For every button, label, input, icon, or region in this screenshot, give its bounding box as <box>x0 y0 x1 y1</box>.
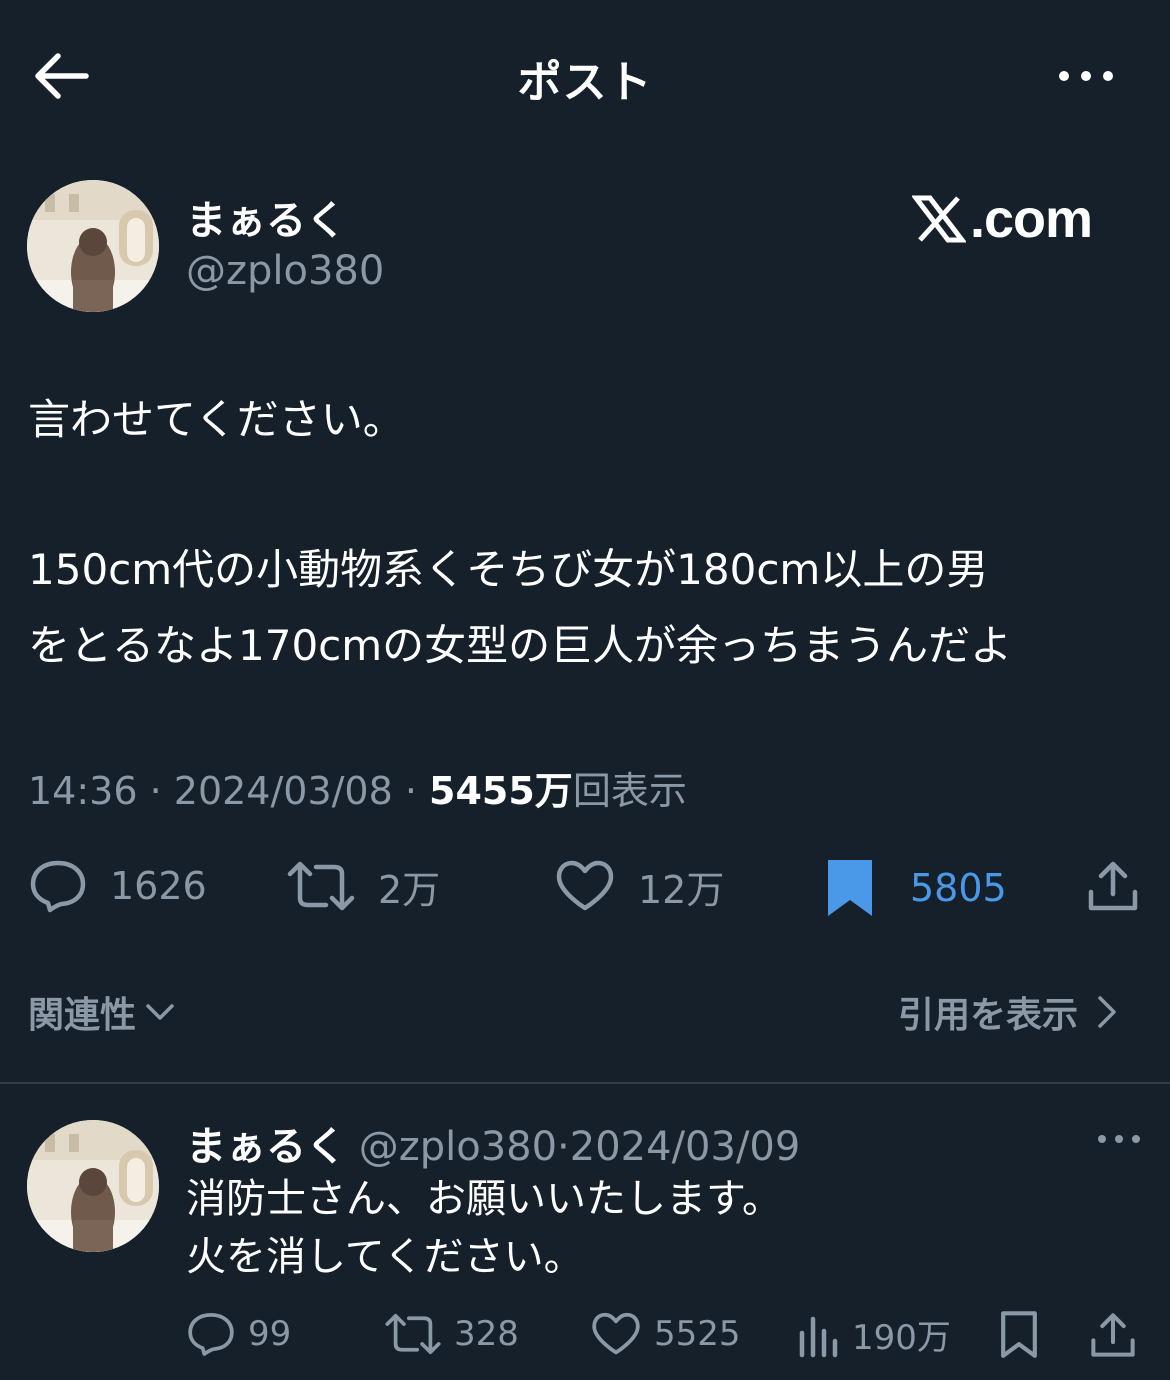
avatar-image <box>27 180 159 312</box>
post-date[interactable]: 2024/03/08 <box>174 769 393 813</box>
avatar-image <box>27 1120 159 1252</box>
share-icon <box>1088 861 1138 911</box>
page-title: ポスト <box>517 57 653 108</box>
reply-author-avatar[interactable] <box>27 1120 159 1252</box>
reply-reply-button[interactable]: 99 <box>186 1310 291 1358</box>
views-label: 回表示 <box>572 769 687 813</box>
reply-text-line: 火を消してください。 <box>186 1234 584 1280</box>
meta-separator: · <box>137 769 174 813</box>
post-text-line: をとるなよ170cmの女型の巨人が余っちまうんだよ <box>28 621 1013 670</box>
relevance-label: 関連性 <box>28 995 137 1036</box>
divider <box>0 1082 1170 1084</box>
analytics-bars-icon <box>799 1316 838 1357</box>
bookmark-count: 5805 <box>910 866 1007 910</box>
retweet-icon <box>287 861 355 911</box>
x-com-watermark: .com <box>912 188 1093 250</box>
author-handle[interactable]: @zplo380 <box>186 248 384 294</box>
more-button[interactable] <box>1050 58 1122 94</box>
post-text-line: 言わせてください。 <box>28 395 405 444</box>
post-text-line: 150cm代の小動物系くそちび女が180cm以上の男 <box>28 545 989 594</box>
share-icon <box>1091 1313 1135 1357</box>
heart-icon <box>556 860 614 911</box>
watermark-text: .com <box>970 189 1093 249</box>
post-meta: 14:36 · 2024/03/08 · 5455万回表示 <box>28 760 687 815</box>
reply-author-name[interactable]: まぁるく <box>186 1124 346 1170</box>
reply-reply-count: 99 <box>248 1314 292 1354</box>
chevron-right-icon <box>1098 996 1116 1028</box>
relevance-dropdown[interactable]: 関連性 <box>28 986 178 1038</box>
post-time[interactable]: 14:36 <box>28 769 138 813</box>
reply-like-count: 5525 <box>654 1314 741 1354</box>
x-logo-icon <box>912 195 966 243</box>
reply-bubble-icon <box>30 860 86 913</box>
reply-views-count: 190万 <box>852 1318 951 1358</box>
like-count: 12万 <box>638 867 725 912</box>
view-quotes-label: 引用を表示 <box>898 995 1079 1036</box>
reply-author-handle[interactable]: @zplo380 <box>359 1124 557 1170</box>
reply-retweet-button[interactable]: 328 <box>384 1310 519 1358</box>
reply-count: 1626 <box>110 864 207 908</box>
reply-separator: · <box>557 1124 570 1170</box>
reply-bubble-icon <box>188 1312 234 1356</box>
reply-retweet-count: 328 <box>454 1314 519 1354</box>
heart-icon <box>592 1312 640 1355</box>
share-button[interactable] <box>1085 858 1141 914</box>
like-button[interactable]: 12万 <box>554 858 724 914</box>
reply-button[interactable]: 1626 <box>28 858 207 914</box>
retweet-button[interactable]: 2万 <box>286 858 440 914</box>
reply-bookmark-button[interactable] <box>998 1310 1040 1360</box>
more-horizontal-icon <box>1059 71 1113 81</box>
view-quotes-link[interactable]: 引用を表示 <box>898 986 1124 1038</box>
author-avatar[interactable] <box>27 180 159 312</box>
views-count: 5455万 <box>429 769 573 813</box>
bookmark-filled-icon <box>828 860 872 916</box>
reply-more-button[interactable] <box>1094 1128 1144 1150</box>
chevron-down-icon <box>146 1004 174 1020</box>
meta-separator: · <box>392 769 430 813</box>
more-horizontal-icon <box>1098 1135 1140 1143</box>
bookmark-button[interactable]: 5805 <box>826 858 1007 918</box>
retweet-count: 2万 <box>378 867 441 912</box>
retweet-icon <box>385 1313 441 1355</box>
reply-share-button[interactable] <box>1088 1310 1138 1360</box>
author-name[interactable]: まぁるく <box>186 188 346 246</box>
bookmark-outline-icon <box>1001 1311 1037 1358</box>
reply-like-button[interactable]: 5525 <box>590 1310 741 1358</box>
reply-date[interactable]: 2024/03/09 <box>570 1124 801 1170</box>
reply-text-line: 消防士さん、お願いいたします。 <box>186 1176 782 1222</box>
reply-views-button[interactable]: 190万 <box>796 1310 951 1359</box>
reply-header: まぁるく @zplo380·2024/03/09 <box>186 1114 800 1172</box>
